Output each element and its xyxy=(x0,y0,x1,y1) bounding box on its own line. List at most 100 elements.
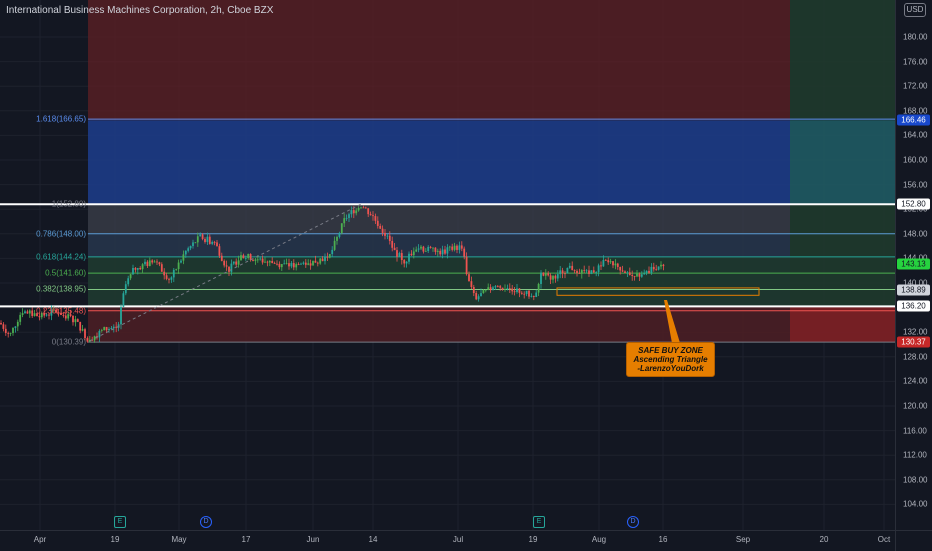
candle-body xyxy=(547,273,550,276)
candle-body xyxy=(652,266,655,270)
candle-body xyxy=(175,269,178,270)
candle-body xyxy=(662,264,665,267)
candle-body xyxy=(290,263,293,267)
price-tick: 108.00 xyxy=(903,475,928,485)
candle-body xyxy=(132,267,134,275)
earnings-marker[interactable]: E xyxy=(114,516,126,528)
currency-label[interactable]: USD xyxy=(904,3,926,17)
dividend-marker[interactable]: D xyxy=(200,516,212,528)
candle-body xyxy=(331,249,334,255)
candle-body xyxy=(307,263,310,265)
annotation-line-1: SAFE BUY ZONE xyxy=(638,346,703,355)
earnings-marker[interactable]: E xyxy=(533,516,545,528)
candle-body xyxy=(184,250,187,255)
candle-body xyxy=(657,266,660,270)
candle-body xyxy=(100,330,103,331)
price-tick: 132.00 xyxy=(903,327,928,337)
candle-body xyxy=(0,322,2,325)
candle-body xyxy=(189,246,192,249)
candle-body xyxy=(628,272,631,276)
candle-body xyxy=(609,261,612,263)
price-tick: 176.00 xyxy=(903,57,928,67)
candle-body xyxy=(151,260,154,263)
price-tag: 152.80 xyxy=(897,198,930,210)
time-label: Oct xyxy=(877,535,891,544)
candle-body xyxy=(345,217,348,219)
time-label: Apr xyxy=(33,535,47,544)
candle-body xyxy=(252,260,254,261)
time-label: Aug xyxy=(591,535,607,544)
price-tag: 136.20 xyxy=(897,300,930,312)
candle-body xyxy=(487,287,490,290)
candle-body xyxy=(124,284,127,294)
candle-body xyxy=(571,265,574,271)
candle-body xyxy=(436,250,439,252)
candle-body xyxy=(607,260,610,263)
candle-body xyxy=(79,321,82,331)
time-label: 19 xyxy=(528,535,538,544)
candle-body xyxy=(283,263,286,265)
candle-body xyxy=(264,261,266,263)
candle-body xyxy=(604,259,607,261)
candle-body xyxy=(624,271,626,274)
chart-area[interactable]: International Business Machines Corporat… xyxy=(0,0,895,530)
candle-body xyxy=(564,273,566,275)
candle-body xyxy=(247,253,250,258)
fib-level-label: 1(152.80) xyxy=(51,199,86,209)
candle-body xyxy=(448,246,451,248)
candle-body xyxy=(321,258,324,262)
candle-body xyxy=(254,259,257,261)
candle-body xyxy=(348,214,350,218)
price-axis[interactable]: USD 180.00 176.00 172.00 168.00 164.00 160.00… xyxy=(895,0,932,530)
axis-corner[interactable] xyxy=(895,530,932,551)
stop-zone xyxy=(790,306,895,343)
target-teal-zone xyxy=(790,120,895,205)
candle-body xyxy=(216,242,218,247)
candle-body xyxy=(230,263,233,272)
dividend-marker[interactable]: D xyxy=(627,516,639,528)
candle-body xyxy=(636,273,638,277)
time-label: Sep xyxy=(735,535,751,544)
fib-level-label: 0.786(148.00) xyxy=(36,229,86,239)
candle-body xyxy=(525,290,528,295)
candle-body xyxy=(129,274,132,279)
annotation-line-3: -LarenzoYouDork xyxy=(637,364,704,373)
plot-canvas[interactable] xyxy=(0,0,895,530)
candle-body xyxy=(465,256,468,275)
candle-body xyxy=(535,292,538,298)
candle-body xyxy=(602,259,605,267)
candle-body xyxy=(204,238,206,242)
candle-body xyxy=(638,273,641,277)
candle-body xyxy=(256,259,259,261)
candle-body xyxy=(163,271,166,276)
candle-body xyxy=(295,264,298,268)
candle-body xyxy=(122,293,125,307)
candle-body xyxy=(21,313,24,315)
time-axis[interactable]: Apr 19 May 17 Jun 14 Jul 19 Aug 16 Sep 20 Oct xyxy=(0,530,895,551)
candle-body xyxy=(213,241,216,243)
candle-body xyxy=(444,249,446,254)
candle-body xyxy=(146,261,149,266)
candle-body xyxy=(208,236,211,244)
candle-body xyxy=(211,241,214,244)
candle-body xyxy=(619,266,622,271)
candle-body xyxy=(640,274,643,277)
candle-body xyxy=(456,245,458,250)
annotation-callout[interactable]: SAFE BUY ZONE Ascending Triangle -Larenz… xyxy=(626,342,715,377)
candle-body xyxy=(388,235,391,241)
candle-body xyxy=(302,262,305,264)
candle-body xyxy=(578,273,581,274)
candle-body xyxy=(297,264,300,265)
candle-body xyxy=(196,236,199,243)
price-tag: 166.46 xyxy=(897,114,930,126)
time-label: Jun xyxy=(306,535,320,544)
candle-body xyxy=(374,216,377,221)
candle-body xyxy=(362,207,365,209)
candle-body xyxy=(477,296,480,300)
candle-body xyxy=(288,263,290,267)
candle-body xyxy=(280,264,283,268)
candle-body xyxy=(568,265,571,268)
zones xyxy=(88,0,895,343)
candle-body xyxy=(470,281,473,287)
time-label: Jul xyxy=(452,535,464,544)
